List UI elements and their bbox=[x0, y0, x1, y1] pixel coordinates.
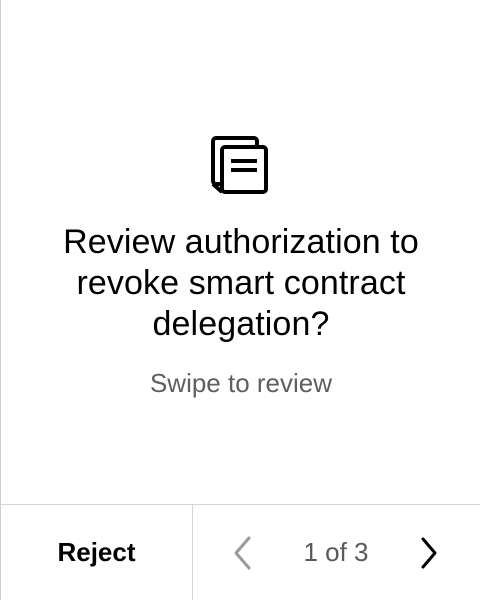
next-page-button[interactable] bbox=[409, 533, 449, 573]
previous-page-button[interactable] bbox=[223, 533, 263, 573]
page-navigation: 1 of 3 bbox=[193, 505, 480, 600]
reject-button[interactable]: Reject bbox=[1, 505, 193, 600]
swipe-hint: Swipe to review bbox=[149, 368, 333, 398]
document-stack-icon bbox=[209, 134, 271, 196]
review-content: Review authorization to revoke smart con… bbox=[1, 0, 480, 504]
chevron-left-icon bbox=[231, 535, 255, 571]
chevron-right-icon bbox=[417, 535, 441, 571]
review-screen: Review authorization to revoke smart con… bbox=[0, 0, 480, 600]
footer-bar: Reject 1 of 3 bbox=[1, 504, 480, 600]
review-title: Review authorization to revoke smart con… bbox=[63, 223, 419, 343]
page-indicator: 1 of 3 bbox=[303, 537, 369, 567]
